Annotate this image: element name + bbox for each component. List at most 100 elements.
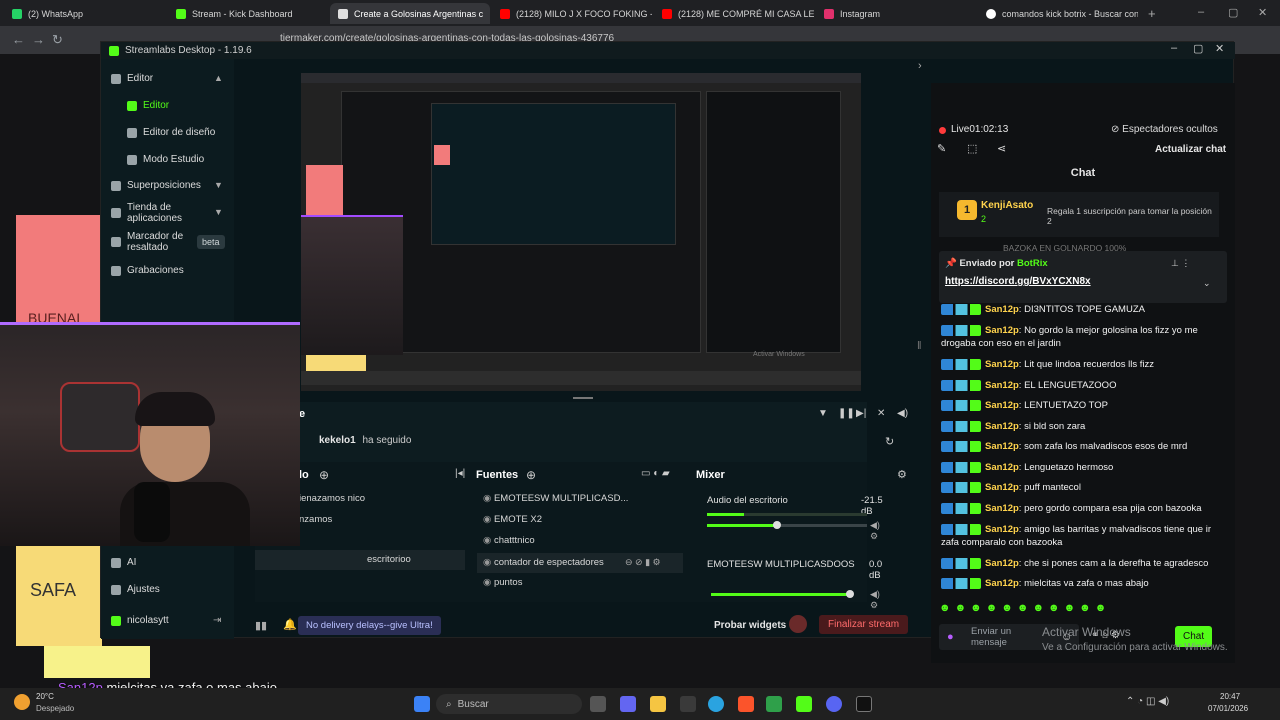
- source-actions-icon[interactable]: ⊖ ⊘ ▮ ⚙: [625, 557, 661, 568]
- collapse-icon[interactable]: |◂|: [455, 468, 465, 479]
- pinned-link[interactable]: https://discord.gg/BVxYCXN8x: [945, 276, 1091, 287]
- gear-icon[interactable]: ⚙: [897, 468, 907, 481]
- mixer-actions-icon[interactable]: ◀) ⚙: [870, 520, 880, 542]
- chat-username[interactable]: San12p: [985, 462, 1019, 473]
- tab-tiermaker[interactable]: Create a Golosinas Argentinas c✕: [330, 3, 490, 24]
- chevron-up-icon[interactable]: ▲: [214, 73, 223, 83]
- stats-icon[interactable]: ▮▮: [255, 619, 267, 632]
- source-item[interactable]: ◉ puntos: [483, 577, 522, 588]
- chevron-down-icon[interactable]: ⌄: [1203, 278, 1211, 289]
- repeat-icon[interactable]: ↻: [885, 435, 894, 448]
- scene-item-selected[interactable]: escritorioo: [255, 550, 465, 570]
- source-item[interactable]: ◉ EMOTEESW MULTIPLICASD...: [483, 493, 628, 504]
- tab-kick-dashboard[interactable]: Stream - Kick Dashboard: [168, 3, 328, 24]
- drag-handle[interactable]: [573, 397, 593, 399]
- record-button[interactable]: [789, 615, 807, 633]
- test-widgets-button[interactable]: Probar widgets: [714, 620, 786, 631]
- source-item[interactable]: ◉ EMOTE X2: [483, 514, 542, 525]
- volume-slider[interactable]: [711, 590, 854, 598]
- skip-icon[interactable]: ▶|: [856, 408, 866, 419]
- eye-icon[interactable]: ◉: [483, 493, 494, 504]
- tab-youtube-2[interactable]: (2128) ME COMPRÉ MI CASA LES MI: [654, 3, 814, 24]
- mic-icon[interactable]: ●: [947, 631, 954, 643]
- start-icon[interactable]: [414, 696, 430, 712]
- back-icon[interactable]: ←: [12, 32, 25, 47]
- eye-icon[interactable]: ◉: [483, 577, 494, 588]
- file-explorer-icon[interactable]: [650, 696, 666, 712]
- chat-username[interactable]: San12p: [985, 304, 1019, 315]
- mute-icon[interactable]: ✕: [877, 408, 885, 419]
- sidebar-item-ai[interactable]: AI: [111, 557, 136, 568]
- app-icon[interactable]: [766, 696, 782, 712]
- slider-knob[interactable]: [773, 521, 782, 529]
- scene-item[interactable]: ienazamos nico: [299, 493, 365, 504]
- taskbar-search[interactable]: ⌕ Buscar: [436, 694, 582, 714]
- tab-instagram[interactable]: Instagram: [816, 3, 976, 24]
- reload-icon[interactable]: ↻: [52, 32, 63, 48]
- volume-slider[interactable]: [707, 521, 867, 529]
- chat-username[interactable]: San12p: [985, 380, 1019, 391]
- source-item[interactable]: ◉ chatttnico: [483, 535, 535, 546]
- chat-username[interactable]: San12p: [985, 325, 1019, 336]
- chat-username[interactable]: San12p: [985, 524, 1019, 535]
- sidebar-item-layout-editor[interactable]: Editor de diseño: [127, 127, 215, 138]
- eye-icon[interactable]: ◉: [483, 514, 494, 525]
- hidden-viewers[interactable]: ⊘ Espectadores ocultos: [1111, 124, 1218, 135]
- tab-google-search[interactable]: comandos kick botrix - Buscar con G: [978, 3, 1138, 24]
- teams-icon[interactable]: [620, 696, 636, 712]
- maximize-icon[interactable]: ▢: [1228, 6, 1238, 19]
- chat-username[interactable]: San12p: [985, 421, 1019, 432]
- chat-username[interactable]: San12p: [985, 503, 1019, 514]
- eye-icon[interactable]: ◉: [483, 535, 494, 546]
- edge-icon[interactable]: [708, 696, 724, 712]
- eye-icon[interactable]: ◉: [483, 557, 494, 568]
- add-source-icon[interactable]: ⊕: [526, 468, 536, 482]
- brave-icon[interactable]: [738, 696, 754, 712]
- logout-icon[interactable]: ⇥: [213, 615, 221, 626]
- ultra-banner[interactable]: No delivery delays--give Ultra!: [298, 616, 441, 635]
- mixer-actions-icon[interactable]: ◀) ⚙: [870, 589, 880, 611]
- refresh-chat-button[interactable]: Actualizar chat: [1155, 144, 1226, 155]
- close-icon[interactable]: ✕: [1215, 42, 1224, 55]
- sidebar-item-user[interactable]: nicolasytt: [111, 615, 169, 626]
- edit-icon[interactable]: ✎: [937, 142, 946, 155]
- chevron-right-icon[interactable]: ›: [918, 60, 922, 72]
- new-tab-icon[interactable]: +: [1148, 6, 1156, 21]
- capcut-icon[interactable]: [856, 696, 872, 712]
- maximize-icon[interactable]: ▢: [1193, 42, 1203, 55]
- forward-icon[interactable]: →: [32, 32, 45, 47]
- sidebar-item-studio-mode[interactable]: Modo Estudio: [127, 154, 204, 165]
- resize-handle[interactable]: ‖: [917, 340, 922, 352]
- task-view-icon[interactable]: [590, 696, 606, 712]
- pin-actions-icon[interactable]: ⊥ ⋮: [1171, 258, 1190, 269]
- chat-username[interactable]: San12p: [985, 441, 1019, 452]
- share-icon[interactable]: ⬚: [967, 142, 977, 155]
- chevron-down-icon[interactable]: ▼: [214, 180, 223, 190]
- emote-bar[interactable]: ☻☻☻☻☻☻☻☻☻☻☻: [939, 602, 1129, 616]
- tab-youtube-1[interactable]: (2128) MILO J X FOCO FOKING -: [492, 3, 652, 24]
- volume-icon[interactable]: ◀): [897, 408, 908, 419]
- chat-username[interactable]: San12p: [985, 578, 1019, 589]
- pause-icon[interactable]: ❚❚: [838, 408, 855, 419]
- close-window-icon[interactable]: ✕: [1258, 6, 1267, 19]
- chat-username[interactable]: San12p: [985, 400, 1019, 411]
- notifications-icon[interactable]: 🔔: [283, 618, 297, 631]
- streamlabs-icon[interactable]: [796, 696, 812, 712]
- scene-item[interactable]: nzamos: [299, 514, 332, 525]
- add-scene-icon[interactable]: ⊕: [319, 468, 329, 482]
- chat-username[interactable]: San12p: [985, 482, 1019, 493]
- chat-username[interactable]: San12p: [985, 359, 1019, 370]
- tab-whatsapp[interactable]: (2) WhatsApp: [4, 3, 164, 24]
- chevron-down-icon[interactable]: ▼: [214, 207, 223, 217]
- sidebar-group-editor[interactable]: Editor: [111, 73, 153, 84]
- minimize-icon[interactable]: –: [1198, 6, 1204, 18]
- sidebar-item-app-store[interactable]: Tienda de aplicaciones: [111, 202, 201, 224]
- source-tools-icon[interactable]: ▭ ◐ ▰: [641, 468, 670, 479]
- sidebar-item-recordings[interactable]: Grabaciones: [111, 265, 184, 276]
- source-item-selected[interactable]: ◉ contador de espectadores ⊖ ⊘ ▮ ⚙: [477, 553, 683, 573]
- sidebar-item-editor[interactable]: Editor: [127, 100, 169, 111]
- sidebar-item-settings[interactable]: Ajustes: [111, 584, 160, 595]
- sidebar-item-highlighter[interactable]: Marcador de resaltado: [111, 231, 201, 253]
- sidebar-item-overlays[interactable]: Superposiciones: [111, 180, 201, 191]
- link-icon[interactable]: ⋖: [997, 142, 1006, 155]
